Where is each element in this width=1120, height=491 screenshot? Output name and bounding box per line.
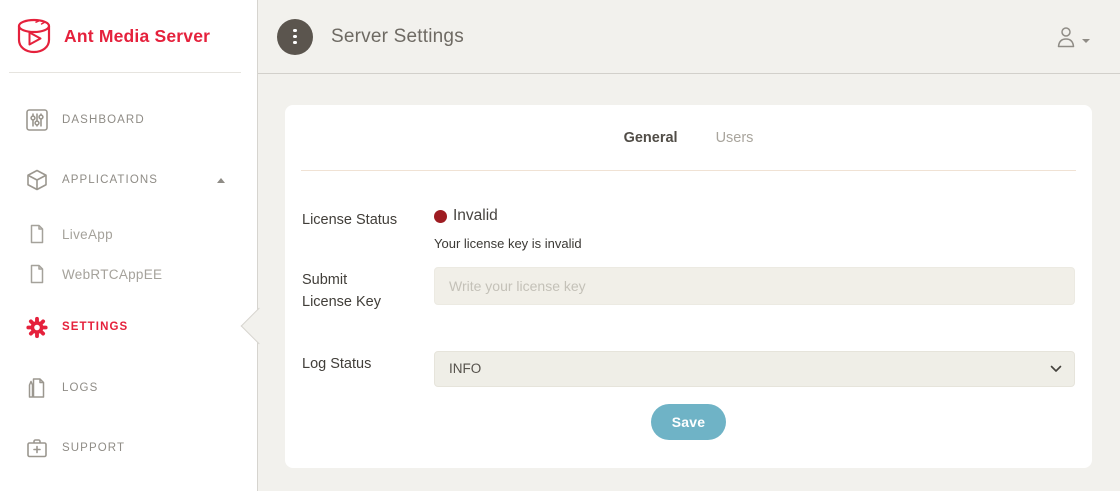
license-status-text: Invalid [453, 207, 498, 225]
header: Server Settings [258, 0, 1120, 74]
ant-media-logo-icon [12, 16, 56, 56]
license-status-row: License Status Invalid Your license key … [302, 207, 1075, 251]
tab-bar: General Users [285, 105, 1092, 170]
license-key-input[interactable] [434, 267, 1075, 305]
brand-name: Ant Media Server [64, 26, 210, 47]
sidebar-item-webrtcappee[interactable]: WebRTCAppEE [0, 254, 257, 294]
server-settings-card: General Users License Status Invalid You… [285, 105, 1092, 468]
app-window: Ant Media Server DASHBOARD [0, 0, 1120, 491]
log-status-label: Log Status [302, 351, 434, 375]
save-row: Save [302, 404, 1075, 440]
general-settings-form: License Status Invalid Your license key … [285, 171, 1092, 440]
applications-icon [24, 168, 50, 192]
sidebar-item-applications[interactable]: APPLICATIONS [0, 160, 257, 200]
sidebar-item-label: SUPPORT [62, 442, 125, 454]
log-status-select[interactable]: INFO [434, 351, 1075, 387]
logs-icon [24, 377, 50, 399]
tab-users[interactable]: Users [716, 130, 754, 146]
dashboard-icon [24, 108, 50, 132]
gear-icon [24, 314, 50, 341]
sidebar-item-label: SETTINGS [62, 321, 128, 333]
sidebar-item-settings[interactable]: SETTINGS [0, 307, 257, 347]
license-status-label: License Status [302, 207, 434, 231]
chevron-up-icon[interactable] [217, 178, 225, 183]
sidebar: Ant Media Server DASHBOARD [0, 0, 258, 491]
sidebar-item-label: LiveApp [62, 227, 113, 242]
submit-license-row: Submit License Key [302, 267, 1075, 314]
status-dot-icon [434, 210, 447, 223]
sidebar-item-label: APPLICATIONS [62, 174, 158, 186]
tab-general[interactable]: General [624, 130, 678, 146]
main-area: Server Settings General Users [258, 0, 1120, 491]
brand-logo[interactable]: Ant Media Server [0, 0, 257, 72]
sidebar-item-dashboard[interactable]: DASHBOARD [0, 100, 257, 140]
sidebar-item-logs[interactable]: LOGS [0, 368, 257, 408]
log-status-row: Log Status INFO [302, 351, 1075, 387]
chevron-down-icon [1082, 39, 1090, 43]
sidebar-item-support[interactable]: SUPPORT [0, 428, 257, 468]
sidebar-item-label: LOGS [62, 382, 98, 394]
license-status-value: Invalid Your license key is invalid [434, 207, 1075, 251]
file-icon [24, 264, 50, 284]
license-status-message: Your license key is invalid [434, 236, 1075, 251]
sidebar-nav: DASHBOARD APPLICATIONS [0, 73, 257, 468]
kebab-menu-button[interactable] [277, 19, 313, 55]
sidebar-item-label: DASHBOARD [62, 114, 145, 126]
support-icon [24, 436, 50, 460]
file-icon [24, 224, 50, 244]
user-icon [1054, 26, 1078, 48]
user-menu-button[interactable] [1054, 26, 1090, 48]
sidebar-item-liveapp[interactable]: LiveApp [0, 214, 257, 254]
save-button[interactable]: Save [651, 404, 727, 440]
sidebar-item-label: WebRTCAppEE [62, 267, 162, 282]
page-title: Server Settings [331, 26, 464, 48]
submit-license-label: Submit License Key [302, 267, 394, 314]
